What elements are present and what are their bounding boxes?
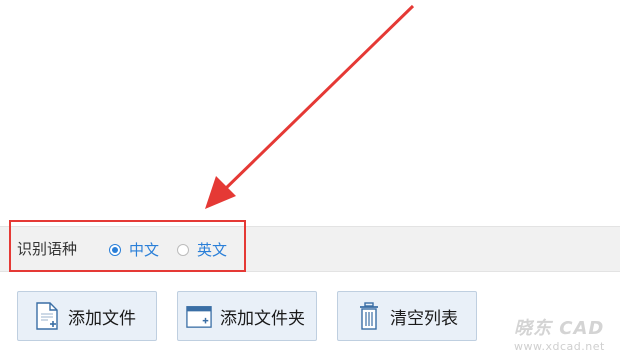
add-file-icon — [34, 301, 60, 331]
radio-chinese-label: 中文 — [129, 241, 160, 259]
radio-english[interactable]: 英文 — [177, 241, 227, 259]
add-folder-icon — [186, 301, 212, 331]
radio-english-label: 英文 — [197, 241, 228, 259]
radio-chinese[interactable]: 中文 — [109, 241, 159, 259]
language-label: 识别语种 — [17, 240, 78, 258]
clear-list-button[interactable]: 清空列表 — [337, 291, 477, 341]
watermark: 晓东 CAD www.xdcad.net — [514, 314, 614, 358]
trash-icon — [356, 301, 382, 331]
add-folder-label: 添加文件夹 — [220, 308, 305, 329]
watermark-main-text: 晓东 CAD — [514, 318, 605, 339]
add-folder-button[interactable]: 添加文件夹 — [177, 291, 317, 341]
add-file-button[interactable]: 添加文件 — [17, 291, 157, 341]
radio-checked-icon — [109, 244, 121, 256]
watermark-url-text: www.xdcad.net — [514, 340, 605, 353]
language-selection-bar: 识别语种 中文 英文 — [0, 226, 620, 272]
add-file-label: 添加文件 — [68, 308, 136, 329]
clear-list-label: 清空列表 — [390, 308, 458, 329]
radio-unchecked-icon — [177, 244, 189, 256]
